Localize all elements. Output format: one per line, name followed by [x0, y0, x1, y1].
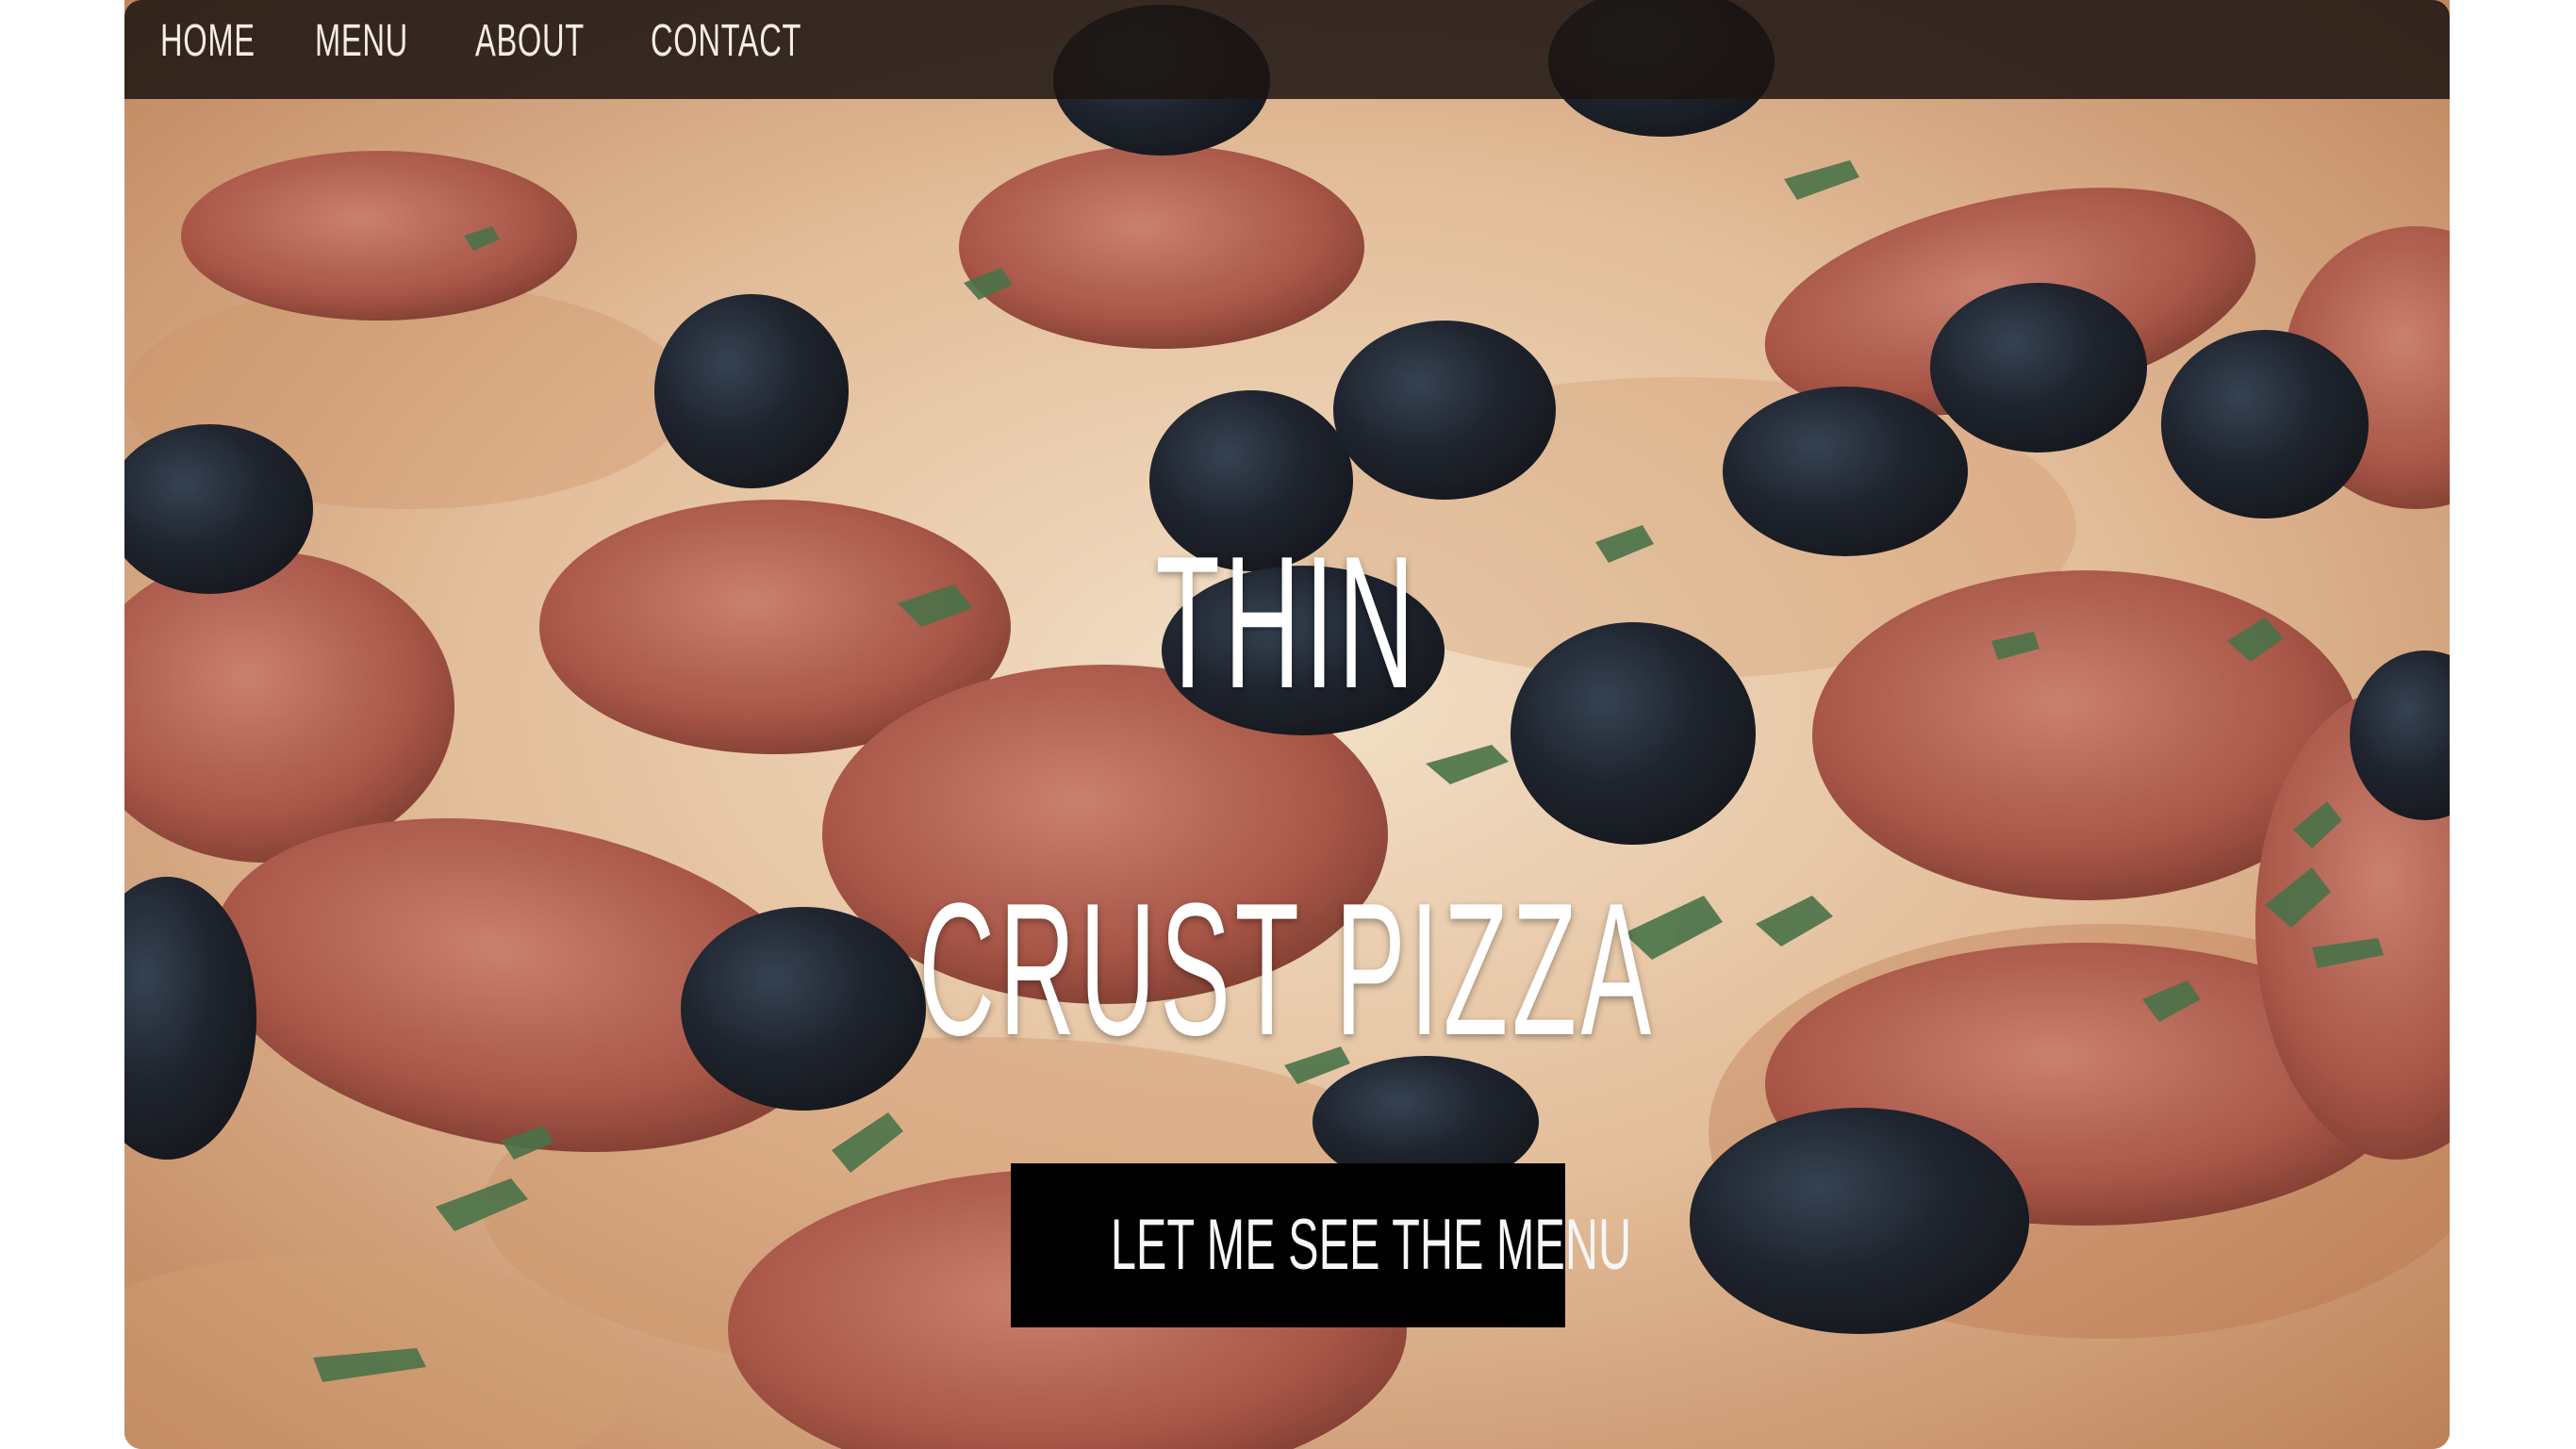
hero-title-line-2: CRUST PIZZA [918, 864, 1656, 1075]
nav-link-menu[interactable]: MENU [315, 15, 408, 67]
nav-link-contact[interactable]: CONTACT [651, 15, 801, 67]
hero-title-line-1: THIN [1155, 518, 1419, 728]
nav-link-home[interactable]: HOME [160, 15, 256, 67]
top-navigation-bar: HOME MENU ABOUT CONTACT [124, 0, 2450, 99]
nav-link-about[interactable]: ABOUT [475, 15, 585, 67]
see-menu-button[interactable]: LET ME SEE THE MENU [1011, 1163, 1632, 1327]
see-menu-button-label: LET ME SEE THE MENU [1110, 1205, 1632, 1285]
page: HOME MENU ABOUT CONTACT THIN CRUST PIZZA… [0, 0, 2576, 1449]
hero-section: HOME MENU ABOUT CONTACT THIN CRUST PIZZA… [124, 0, 2450, 1449]
